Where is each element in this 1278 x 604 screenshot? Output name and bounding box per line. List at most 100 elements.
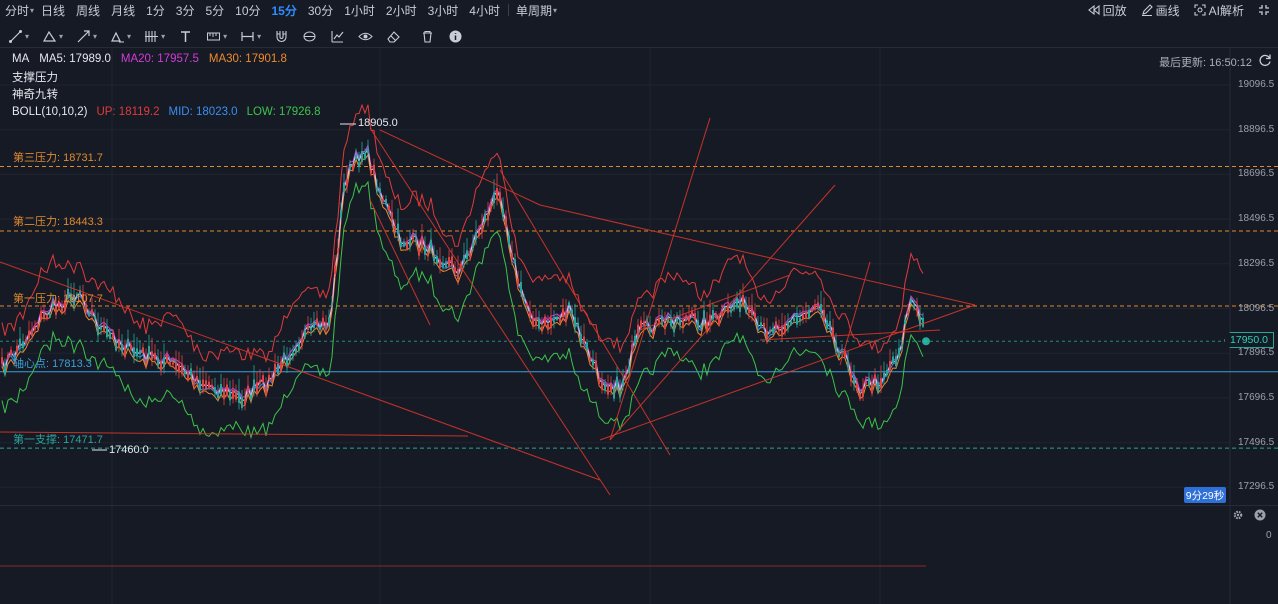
candle-body (523, 296, 525, 300)
candle-body (712, 310, 714, 320)
candle-body (541, 326, 543, 330)
low-annotation: 17460.0 (109, 444, 149, 456)
candle-body (772, 328, 774, 333)
boll-mid-band (1, 147, 924, 402)
candle-body (136, 348, 138, 357)
candle-body (781, 325, 783, 337)
candle-body (370, 170, 372, 173)
candle-body (328, 317, 330, 324)
candle-body (736, 298, 738, 308)
subchart-zero-label: 0 (1266, 530, 1272, 541)
candle-body (853, 377, 855, 385)
price-axis[interactable]: 19096.5 18896.5 18696.5 18496.5 18296.5 18096… (1232, 70, 1278, 510)
candle-body (319, 326, 321, 330)
candle-body (910, 299, 912, 303)
candle-body (787, 322, 789, 329)
candle-body (37, 324, 39, 330)
candle-body (763, 322, 765, 328)
candle-body (790, 321, 792, 326)
boll-up: UP: 18119.2 (96, 106, 160, 118)
candle-body (349, 165, 351, 169)
boll-mid: MID: 18023.0 (168, 106, 238, 118)
candle-body (808, 309, 810, 319)
candle-body (1, 357, 3, 364)
price-axis-label: 19096.5 (1238, 79, 1275, 90)
candle-body (268, 375, 270, 379)
boll-lower-band (1, 180, 924, 440)
candle-body (850, 373, 852, 382)
candle-body (16, 345, 18, 353)
candle-body (7, 354, 9, 360)
price-axis-label: 17896.5 (1238, 347, 1275, 359)
candle-body (394, 226, 396, 231)
candle-body (4, 364, 6, 375)
candle-body (751, 307, 753, 315)
candle-body (625, 373, 627, 377)
candle-body (412, 236, 414, 240)
candle-body (439, 259, 441, 268)
candle-body (133, 347, 135, 358)
candle-body (172, 362, 174, 365)
candle-body (511, 252, 513, 259)
r3-label: 第三压力: 18731.7 (13, 152, 103, 164)
ma30-line (1, 153, 924, 407)
refresh-icon[interactable] (1258, 53, 1272, 67)
candle-body (397, 223, 399, 234)
candle-body (898, 348, 900, 357)
candle-body (847, 360, 849, 367)
ma-legend: MA MA5: 17989.0 MA20: 17957.5 MA30: 1790… (12, 53, 287, 65)
candle-body (367, 149, 369, 154)
candle-body (46, 316, 48, 320)
candle-body (115, 343, 117, 351)
candle-body (643, 321, 645, 326)
candle-body (607, 384, 609, 395)
candle-body (442, 263, 444, 267)
candle-body (289, 356, 291, 362)
support-resistance-label[interactable]: 支撑压力 (12, 70, 321, 87)
candle-body (424, 247, 426, 255)
candle-body (679, 319, 681, 326)
candle-body (34, 327, 36, 330)
candle-body (610, 384, 612, 392)
candle-body (226, 384, 228, 396)
candle-body (550, 317, 552, 329)
candle-body (28, 330, 30, 339)
candle-body (526, 303, 528, 307)
close-icon[interactable] (1254, 509, 1266, 521)
boll-legend: BOLL(10,10,2) UP: 18119.2 MID: 18023.0 L… (12, 104, 321, 121)
candle-body (127, 338, 129, 347)
candle-body (907, 311, 909, 314)
candle-body (154, 352, 156, 360)
candle-body (364, 153, 366, 159)
ma30-value: MA30: 17901.8 (208, 53, 287, 65)
candle-body (229, 392, 231, 401)
candle-body (418, 248, 420, 256)
candle-body (103, 324, 105, 332)
candle-body (805, 311, 807, 318)
candle-body (10, 349, 12, 355)
candle-body (247, 386, 249, 392)
candle-body (358, 162, 360, 168)
candle-body (259, 380, 261, 384)
candle-body (823, 309, 825, 320)
candle-body (142, 347, 144, 353)
candle-body (484, 213, 486, 222)
gear-icon[interactable] (1232, 509, 1244, 521)
candle-body (496, 188, 498, 199)
candle-body (184, 371, 186, 375)
candle-body (685, 315, 687, 322)
candle-body (559, 318, 561, 323)
candle-body (208, 381, 210, 388)
candle-body (826, 320, 828, 329)
candle-body (169, 362, 171, 366)
candle-body (262, 375, 264, 383)
r2-label: 第二压力: 18443.3 (13, 216, 103, 228)
magic-nine-label[interactable]: 神奇九转 (12, 87, 321, 104)
candle-body (616, 376, 618, 388)
candle-body (457, 268, 459, 280)
candle-body (682, 320, 684, 327)
price-axis-label: 18896.5 (1238, 123, 1275, 135)
candle-body (214, 387, 216, 393)
candle-body (355, 154, 357, 159)
candle-body (586, 342, 588, 350)
